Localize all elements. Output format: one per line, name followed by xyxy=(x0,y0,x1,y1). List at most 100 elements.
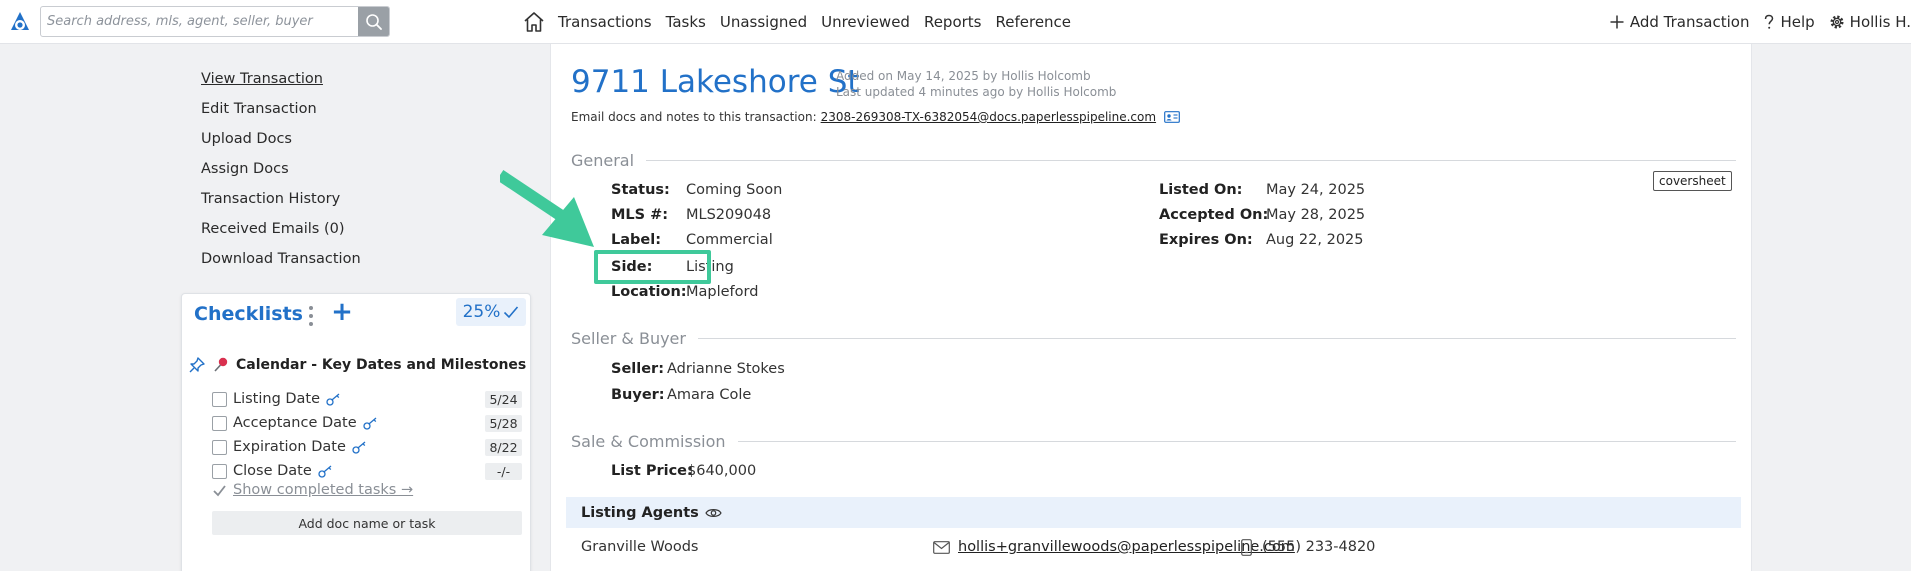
mail-icon xyxy=(933,540,950,554)
checklist-progress-badge[interactable]: 25% xyxy=(456,298,526,326)
home-icon[interactable] xyxy=(522,10,546,34)
sidebar-item-edit-transaction[interactable]: Edit Transaction xyxy=(201,96,361,126)
listing-agents-title: Listing Agents xyxy=(581,504,699,521)
task-checkbox[interactable] xyxy=(212,391,227,407)
listing-agents-header: Listing Agents xyxy=(566,497,1741,528)
coversheet-button[interactable]: coversheet xyxy=(1653,171,1732,191)
status-field: Status: Coming Soon xyxy=(611,180,782,200)
status-label: Status: xyxy=(611,182,670,198)
general-title: General xyxy=(571,150,635,170)
task-checkbox[interactable] xyxy=(212,463,227,479)
help-button[interactable]: Help xyxy=(1763,13,1815,31)
location-field: Location: Mapleford xyxy=(611,282,758,302)
transaction-email-link[interactable]: 2308-269308-TX-6382054@docs.paperlesspip… xyxy=(821,110,1156,124)
transaction-meta: Added on May 14, 2025 by Hollis Holcomb … xyxy=(836,68,1116,100)
checklists-title: Checklists xyxy=(194,303,303,325)
nav-unreviewed[interactable]: Unreviewed xyxy=(821,13,910,31)
transaction-detail: 9711 Lakeshore St Added on May 14, 2025 … xyxy=(500,44,1752,571)
checklists-panel: Checklists + 25% Calendar - Key Dates an… xyxy=(181,293,531,571)
agent-phone: (555) 233-4820 xyxy=(1241,538,1375,556)
list-price-field: List Price: $640,000 xyxy=(611,461,756,481)
buyer-value: Amara Cole xyxy=(667,387,752,403)
checklist-task: Expiration Date 8/22 xyxy=(212,437,522,457)
check-icon xyxy=(213,484,226,496)
pushpin-icon xyxy=(214,357,228,372)
task-label[interactable]: Listing Date xyxy=(233,391,320,407)
phone-icon xyxy=(1241,538,1252,556)
task-label[interactable]: Close Date xyxy=(233,463,312,479)
eye-icon[interactable] xyxy=(705,507,722,519)
task-label[interactable]: Expiration Date xyxy=(233,439,346,455)
user-name: Hollis H. xyxy=(1849,13,1911,31)
nav-reference[interactable]: Reference xyxy=(996,13,1072,31)
add-transaction-label: Add Transaction xyxy=(1629,13,1750,31)
checklists-menu-icon[interactable] xyxy=(307,306,315,326)
add-doc-button[interactable]: Add doc name or task xyxy=(212,511,522,535)
list-price-value: $640,000 xyxy=(687,463,757,479)
task-label[interactable]: Acceptance Date xyxy=(233,415,357,431)
plus-icon xyxy=(1610,15,1624,29)
nav-right: Add Transaction Help Hollis H. xyxy=(1595,0,1911,44)
task-checkbox[interactable] xyxy=(212,415,227,431)
email-label: Email docs and notes to this transaction… xyxy=(571,110,817,124)
checklist-group-label: Calendar - Key Dates and Milestones xyxy=(236,357,527,373)
key-icon[interactable] xyxy=(326,393,341,406)
question-icon xyxy=(1765,14,1774,29)
label-label: Label: xyxy=(611,232,662,248)
page-title: 9711 Lakeshore St xyxy=(571,64,860,100)
location-label: Location: xyxy=(611,284,687,300)
list-price-label: List Price: xyxy=(611,463,693,479)
seller-buyer-section-header: Seller & Buyer xyxy=(571,328,1736,348)
key-icon[interactable] xyxy=(363,417,378,430)
transaction-email-line: Email docs and notes to this transaction… xyxy=(571,110,1180,124)
listing-agent-row: Granville Woods hollis+granvillewoods@pa… xyxy=(581,536,1741,558)
checklist-task: Listing Date 5/24 xyxy=(212,389,522,409)
app-logo-icon[interactable] xyxy=(6,8,34,36)
key-icon[interactable] xyxy=(352,441,367,454)
key-icon[interactable] xyxy=(318,465,333,478)
gear-icon xyxy=(1830,15,1844,29)
contact-card-icon[interactable] xyxy=(1164,111,1180,123)
user-menu[interactable]: Hollis H. xyxy=(1829,13,1911,31)
task-date-badge: 5/28 xyxy=(485,414,522,432)
help-label: Help xyxy=(1780,13,1815,31)
show-completed-link[interactable]: Show completed tasks → xyxy=(233,482,413,498)
expires-on-value: Aug 22, 2025 xyxy=(1266,232,1364,248)
sale-commission-section-header: Sale & Commission xyxy=(571,431,1736,451)
nav-tasks[interactable]: Tasks xyxy=(666,13,706,31)
expires-on-label: Expires On: xyxy=(1159,232,1253,248)
sale-commission-title: Sale & Commission xyxy=(571,431,726,451)
task-date-badge: 8/22 xyxy=(485,438,522,456)
main-nav-links: Transactions Tasks Unassigned Unreviewed… xyxy=(558,0,1085,44)
sidebar-item-upload-docs[interactable]: Upload Docs xyxy=(201,126,361,156)
location-value: Mapleford xyxy=(686,284,759,300)
sidebar-item-view-transaction[interactable]: View Transaction xyxy=(201,66,361,96)
checklist-group: Calendar - Key Dates and Milestones xyxy=(188,356,526,374)
add-transaction-button[interactable]: Add Transaction xyxy=(1609,13,1750,31)
expires-on-field: Expires On: Aug 22, 2025 xyxy=(1159,230,1364,250)
listed-on-field: Listed On: May 24, 2025 xyxy=(1159,180,1365,200)
checklist-task: Close Date -/- xyxy=(212,461,522,481)
sidebar-item-download-transaction[interactable]: Download Transaction xyxy=(201,246,361,276)
pin-outline-icon[interactable] xyxy=(188,356,206,374)
agent-phone-number[interactable]: (555) 233-4820 xyxy=(1262,539,1375,555)
sidebar-item-assign-docs[interactable]: Assign Docs xyxy=(201,156,361,186)
search-button[interactable] xyxy=(358,7,389,36)
nav-reports[interactable]: Reports xyxy=(924,13,982,31)
status-value: Coming Soon xyxy=(686,182,783,198)
general-section-header: General xyxy=(571,150,1736,170)
side-field-highlight xyxy=(594,250,711,284)
buyer-field: Buyer: Amara Cole xyxy=(611,385,751,405)
mls-field: MLS #: MLS209048 xyxy=(611,205,771,225)
nav-transactions[interactable]: Transactions xyxy=(558,13,652,31)
sidebar-item-transaction-history[interactable]: Transaction History xyxy=(201,186,361,216)
label-value: Commercial xyxy=(686,232,773,248)
search-input[interactable] xyxy=(41,7,359,36)
nav-unassigned[interactable]: Unassigned xyxy=(720,13,807,31)
transaction-sidebar: View Transaction Edit Transaction Upload… xyxy=(201,66,361,276)
sidebar-item-received-emails[interactable]: Received Emails (0) xyxy=(201,216,361,246)
add-checklist-button[interactable]: + xyxy=(330,299,354,326)
mls-value: MLS209048 xyxy=(686,207,772,223)
task-checkbox[interactable] xyxy=(212,439,227,455)
buyer-label: Buyer: xyxy=(611,387,665,403)
